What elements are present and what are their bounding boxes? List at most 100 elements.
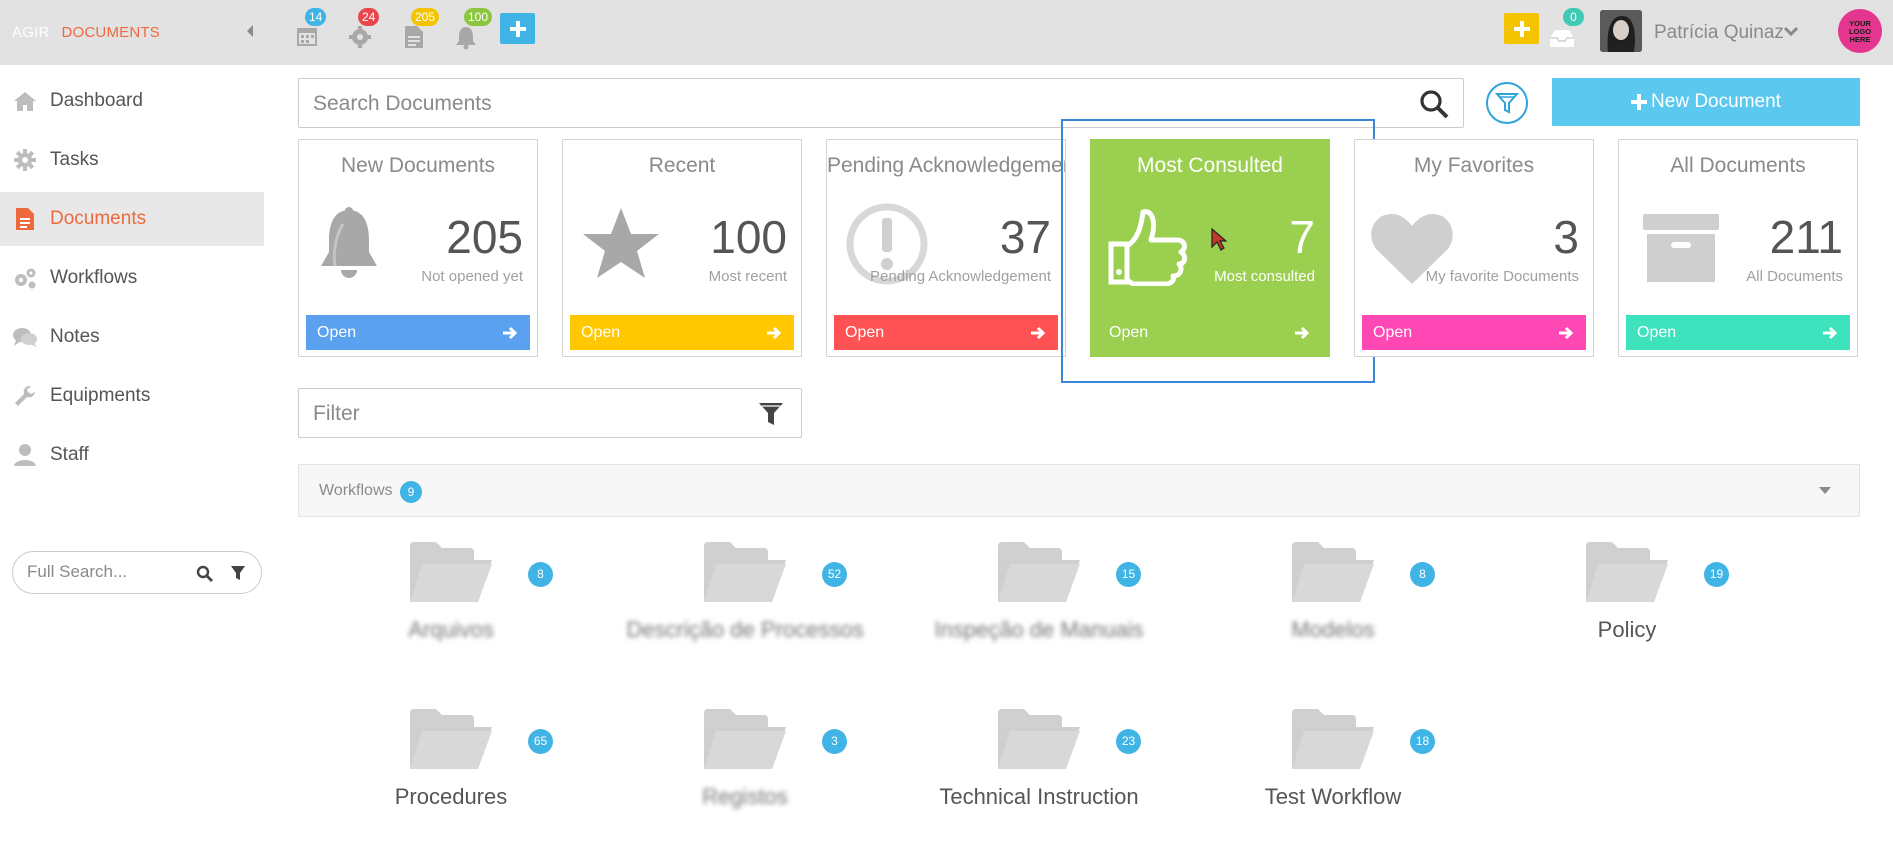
card-count: 7 [1289, 211, 1315, 263]
card-subtitle: Most recent [708, 268, 787, 285]
sidebar-item-staff[interactable]: Staff [0, 428, 264, 482]
search-documents [298, 78, 1464, 128]
open-favorites-button[interactable]: Open [1362, 315, 1586, 350]
mouse-cursor-icon [1211, 228, 1227, 251]
calendar-icon [297, 28, 317, 46]
folder-icon [704, 542, 786, 602]
folder-name: Arquivos [408, 617, 494, 642]
sidebar-item-label: Notes [50, 326, 100, 347]
card-title: All Documents [1670, 154, 1806, 177]
folder-name: Modelos [1291, 617, 1375, 642]
new-document-button[interactable]: New Document [1552, 78, 1860, 126]
folder-count-badge: 8 [528, 562, 553, 587]
workflow-folder[interactable]: 8 Modelos [1213, 540, 1453, 670]
open-pending-button[interactable]: Open [834, 315, 1058, 350]
workflows-count-badge: 9 [400, 481, 422, 503]
logo-text: HERE [1849, 35, 1871, 44]
plus-icon [1513, 20, 1530, 37]
card-subtitle: My favorite Documents [1425, 268, 1579, 285]
workflow-folder[interactable]: 23 Technical Instruction [919, 707, 1159, 837]
gears-icon [12, 265, 38, 291]
open-all-documents-button[interactable]: Open [1626, 315, 1850, 350]
filter-input[interactable] [313, 402, 733, 426]
search-icon[interactable] [1419, 89, 1449, 119]
open-label: Open [317, 323, 357, 341]
card-title: Recent [648, 154, 716, 177]
sidebar-item-notes[interactable]: Notes [0, 310, 264, 364]
app-name: AGIR [12, 24, 50, 41]
alerts-notification[interactable]: 100 [453, 8, 493, 50]
card-title: Pending Acknowledgement [827, 154, 1066, 177]
open-label: Open [1637, 323, 1677, 341]
card-count: 3 [1553, 211, 1579, 263]
inbox-notification[interactable]: 0 [1548, 8, 1584, 48]
search-icon[interactable] [196, 565, 214, 583]
folder-name: Technical Instruction [939, 784, 1139, 809]
folder-name: Registos [702, 784, 788, 809]
open-recent-button[interactable]: Open [570, 315, 794, 350]
card-count: 211 [1769, 211, 1843, 263]
folder-count-badge: 52 [822, 562, 847, 587]
card-subtitle: All Documents [1746, 268, 1843, 285]
notification-badge: 14 [305, 8, 327, 26]
open-new-documents-button[interactable]: Open [306, 315, 530, 350]
filter-icon[interactable] [230, 565, 246, 582]
sidebar-item-equipments[interactable]: Equipments [0, 369, 264, 423]
workflow-folder[interactable]: 15 Inspeção de Manuais [919, 540, 1159, 670]
card-count: 100 [710, 211, 787, 263]
gear-icon [349, 26, 371, 48]
sidebar-item-dashboard[interactable]: Dashboard [0, 74, 264, 128]
folder-icon [704, 709, 786, 769]
advanced-filter-button[interactable] [1486, 82, 1528, 124]
folder-count-badge: 19 [1704, 562, 1729, 587]
open-most-consulted-button[interactable]: Open [1098, 315, 1322, 350]
quick-add-button[interactable] [500, 13, 535, 44]
add-button[interactable] [1504, 13, 1539, 44]
arrow-right-icon [1031, 326, 1046, 340]
workflows-accordion[interactable]: Workflows 9 [298, 464, 1860, 517]
full-search-input[interactable] [27, 562, 187, 582]
workflow-folder[interactable]: 65 Procedures [331, 707, 571, 837]
inbox-icon [1550, 30, 1574, 47]
filter-icon[interactable] [758, 401, 784, 427]
workflow-folder[interactable]: 52 Descrição de Processos [625, 540, 865, 670]
notification-badge: 205 [411, 8, 440, 26]
folder-icon [998, 709, 1080, 769]
sidebar-item-label: Workflows [50, 267, 138, 288]
folder-name: Descrição de Processos [626, 617, 864, 642]
filter-field [298, 388, 802, 438]
bell-icon [456, 27, 476, 50]
sidebar: Dashboard Tasks Documents Workflows Note… [0, 65, 264, 851]
workflow-folder[interactable]: 18 Test Workflow [1213, 707, 1453, 837]
calendar-notification[interactable]: 14 [294, 8, 327, 48]
avatar[interactable] [1600, 10, 1642, 52]
user-icon [12, 442, 38, 468]
card-title: New Documents [340, 154, 496, 177]
tasks-notification[interactable]: 24 [347, 8, 380, 48]
search-documents-input[interactable] [313, 92, 1393, 116]
workflow-folder[interactable]: 19 Policy [1507, 540, 1747, 670]
workflow-folder[interactable]: 8 Arquivos [331, 540, 571, 670]
user-name[interactable]: Patrícia Quinaz [1654, 22, 1784, 44]
folder-icon [1292, 542, 1374, 602]
sidebar-item-documents[interactable]: Documents [0, 192, 264, 246]
sidebar-item-label: Documents [50, 208, 147, 229]
card-count: 205 [446, 211, 523, 263]
workflows-label: Workflows [319, 482, 393, 499]
card-subtitle: Not opened yet [421, 268, 523, 285]
folder-count-badge: 3 [822, 729, 847, 754]
workflow-folder[interactable]: 3 Registos [625, 707, 865, 837]
full-search [12, 551, 262, 594]
collapse-sidebar-icon[interactable] [244, 22, 256, 40]
folder-count-badge: 8 [1410, 562, 1435, 587]
sidebar-item-workflows[interactable]: Workflows [0, 251, 264, 305]
gear-icon [12, 147, 38, 173]
sidebar-item-tasks[interactable]: Tasks [0, 133, 264, 187]
documents-notification[interactable]: 205 [400, 8, 440, 48]
new-document-label: New Document [1651, 91, 1781, 112]
arrow-right-icon [767, 326, 782, 340]
card-all-documents: All Documents 211 All Documents Open [1618, 139, 1858, 357]
chevron-down-icon[interactable] [1784, 26, 1798, 38]
plus-icon [1631, 94, 1648, 110]
notification-badge: 100 [464, 8, 493, 26]
